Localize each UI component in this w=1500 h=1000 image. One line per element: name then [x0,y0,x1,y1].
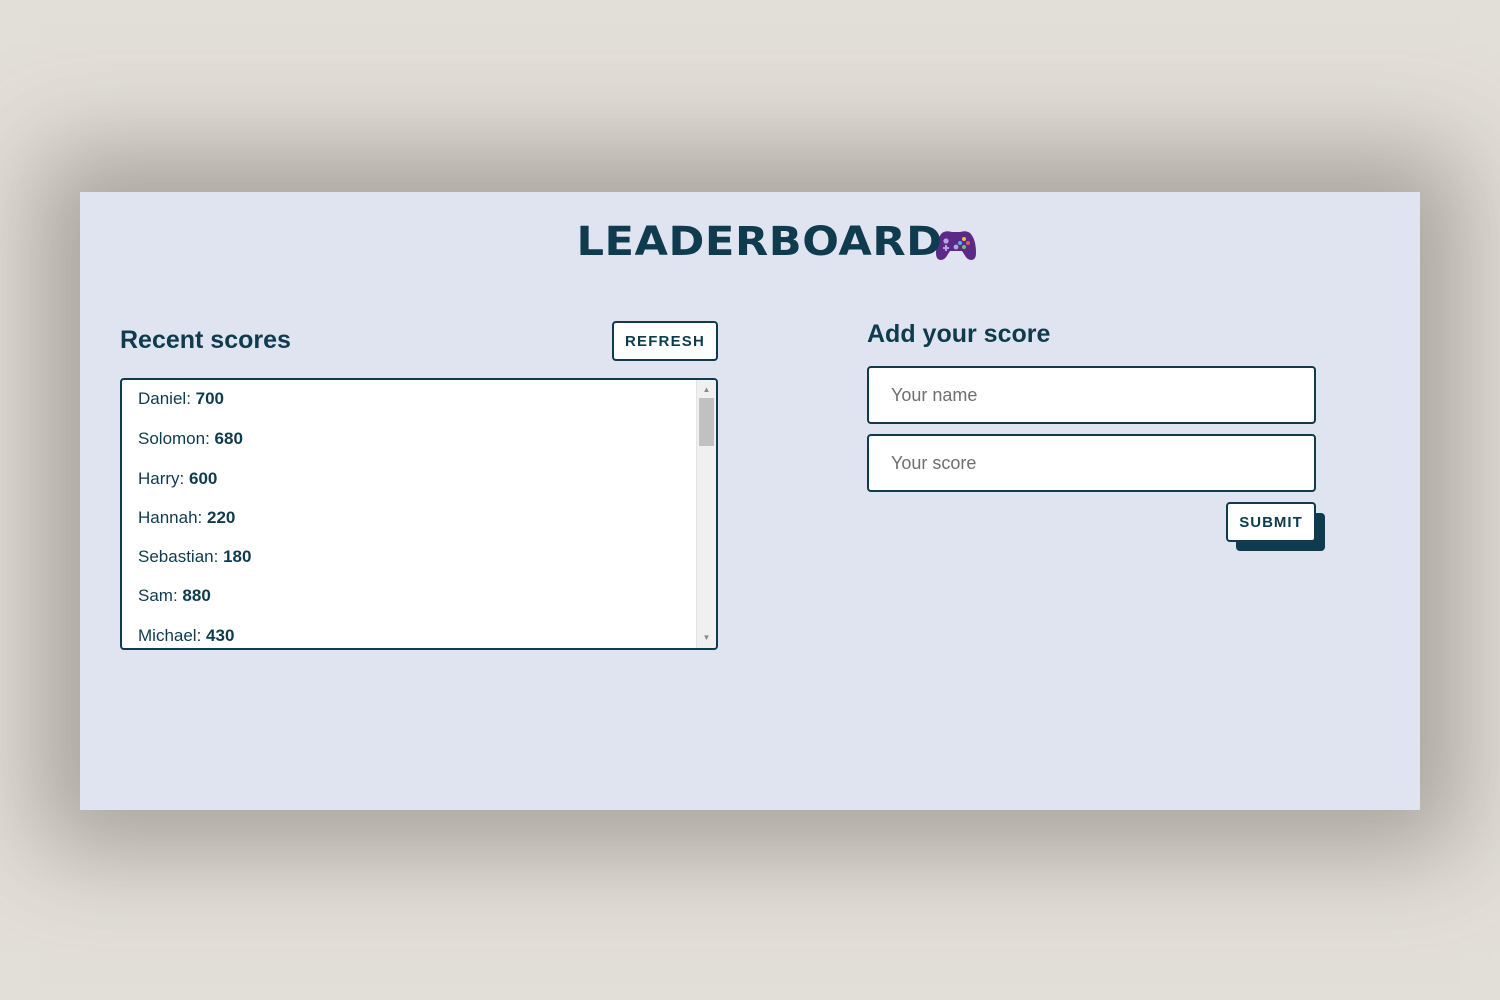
score-list-item: Daniel: 700 [138,380,716,420]
score-list-scrollbar[interactable]: ▲ ▼ [696,380,716,648]
page-title: LEADERBOARD [575,219,943,265]
scroll-thumb[interactable] [699,398,714,446]
player-name: Solomon: [138,429,215,449]
player-name: Sam: [138,586,183,606]
player-name: Harry: [138,468,189,488]
refresh-button[interactable]: REFRESH [612,321,718,361]
player-name: Michael: [138,625,207,645]
player-score: 700 [195,389,225,408]
player-score: 220 [207,507,236,527]
score-list-item: Sam: 880 [138,576,716,616]
player-score: 680 [214,429,243,449]
page-header: LEADERBOARD [80,212,1420,272]
player-score: 180 [223,547,252,567]
score-list-item: Sebastian: 180 [138,537,716,577]
score-list-item: Solomon: 680 [138,419,716,459]
player-score: 600 [189,468,218,488]
score-list-item: Michael: 430 [138,616,716,648]
score-items: Daniel: 700 Solomon: 680 Harry: 600 Hannah:… [122,380,716,648]
submit-button-wrapper: SUBMIT [1226,502,1326,552]
score-list-item: Hannah: 220 [138,498,716,538]
player-name: Hannah: [138,507,207,527]
score-list[interactable]: Daniel: 700 Solomon: 680 Harry: 600 Hannah:… [120,378,718,650]
recent-scores-heading: Recent scores [120,326,291,354]
player-name: Sebastian: [138,547,224,567]
scroll-down-arrow-icon[interactable]: ▼ [697,630,716,646]
submit-button[interactable]: SUBMIT [1226,502,1316,542]
name-input[interactable] [867,366,1316,424]
score-input[interactable] [867,434,1316,492]
score-list-item: Harry: 600 [138,459,716,499]
scroll-up-arrow-icon[interactable]: ▲ [697,382,716,398]
player-score: 880 [182,586,211,606]
leaderboard-app: LEADERBOARD Recent scores REFRESH Daniel… [80,192,1420,810]
player-score: 430 [206,625,235,645]
add-score-heading: Add your score [867,320,1051,348]
player-name: Daniel: [138,389,196,408]
